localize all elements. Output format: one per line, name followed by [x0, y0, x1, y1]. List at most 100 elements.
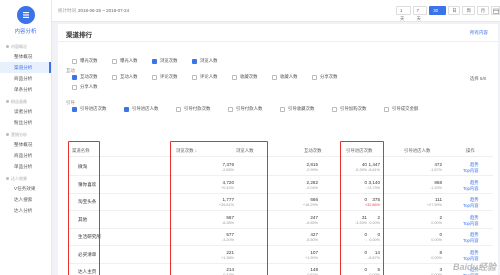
checkbox-icon[interactable] [112, 74, 117, 80]
header-views[interactable]: 浏览次数 ↓ [176, 148, 197, 154]
header-visitors[interactable]: 浏览人数 [236, 148, 254, 154]
cell-value: 31 [361, 214, 367, 220]
header-store-visitors[interactable]: 引导进店人数 [404, 148, 430, 154]
header-divider [68, 156, 493, 157]
metric-checkbox[interactable]: 评论人数 [192, 74, 218, 80]
checkbox-icon[interactable] [332, 106, 337, 112]
cell-value: 375 [372, 197, 380, 202]
checkbox-checked-icon[interactable] [124, 106, 129, 112]
metric-checkbox[interactable]: 引导成交金额 [384, 106, 418, 112]
top-content-link[interactable]: Top内容 [463, 168, 479, 174]
content-filter-dropdown[interactable]: 所有内容 [470, 30, 488, 36]
checkbox-checked-icon[interactable] [192, 58, 197, 64]
top-content-link[interactable]: Top内容 [463, 203, 479, 209]
cell-change: +1.38% [221, 255, 234, 260]
checkbox-icon[interactable] [152, 74, 157, 80]
sidebar-item[interactable]: 单条分析 [0, 84, 51, 95]
metric-checkbox[interactable]: 引导收藏次数 [280, 106, 314, 112]
sidebar-item[interactable]: 达人分析 [0, 205, 51, 216]
cell-change: 0.00% [369, 238, 380, 242]
cell-value: 247 [310, 214, 318, 220]
sidebar-item[interactable]: 商品分析 [0, 150, 51, 161]
divider [58, 41, 498, 42]
sidebar-item[interactable]: 商品分析 [0, 73, 51, 84]
checkbox-icon[interactable] [384, 106, 389, 112]
sidebar-item[interactable]: 单品分析 [0, 161, 51, 172]
range-button[interactable]: 30天 [429, 6, 447, 21]
metric-checkbox[interactable]: 引导付款人数 [228, 106, 262, 112]
cell-value: 214 [226, 267, 234, 272]
checkbox-checked-icon[interactable] [72, 106, 77, 112]
top-content-link[interactable]: Top内容 [463, 186, 479, 192]
metric-checkbox[interactable]: 浏览人数 [192, 58, 218, 64]
sidebar-item[interactable]: V任务效果 [0, 183, 51, 194]
sidebar-item[interactable]: 整体概况 [0, 51, 51, 62]
top-content-link[interactable]: Top内容 [463, 221, 479, 227]
cell-change: -4.20% [221, 238, 234, 242]
range-button[interactable]: 日 [448, 6, 461, 15]
metric-checkbox[interactable]: 浏览次数 [152, 58, 178, 64]
metric-checkbox[interactable]: 收藏人数 [272, 74, 298, 80]
checkbox-icon[interactable] [232, 74, 237, 80]
date-range[interactable]: 2018-06-25 ~ 2018-07-24 [78, 8, 129, 13]
sidebar-item[interactable]: 达人搜索 [0, 194, 51, 205]
header-interactions[interactable]: 互动次数 [304, 148, 322, 154]
top-content-link[interactable]: Top内容 [463, 238, 479, 244]
range-button[interactable]: 1天 [396, 6, 411, 21]
checkbox-icon[interactable] [272, 74, 277, 80]
date-label: 统计时间 [58, 8, 76, 13]
metric-checkbox[interactable]: 互动次数 [72, 74, 98, 80]
metric-checkbox[interactable]: 曝光人数 [112, 58, 138, 64]
metric-label: 收藏人数 [280, 74, 298, 79]
checkbox-icon[interactable] [72, 58, 77, 64]
channel-name: 必买清单 [78, 251, 97, 257]
selected-count: 选择 5/8 [469, 76, 486, 81]
checkbox-icon[interactable] [112, 58, 117, 64]
metric-checkbox[interactable]: 引导加购次数 [332, 106, 366, 112]
checkbox-icon[interactable] [192, 74, 197, 80]
sidebar-group[interactable]: 营销分析 [0, 128, 51, 139]
checkbox-icon[interactable] [312, 74, 317, 80]
row-divider [68, 227, 493, 229]
header-store-visits[interactable]: 引导进店次数 [346, 148, 372, 154]
metric-checkbox[interactable]: 评论次数 [152, 74, 178, 80]
metric-checkbox[interactable]: 分享次数 [312, 74, 338, 80]
sidebar-item[interactable]: 整体概况 [0, 139, 51, 150]
cell-value: 1,777 [222, 197, 235, 202]
metric-checkbox[interactable]: 引导进店次数 [72, 106, 106, 112]
metric-checkbox[interactable]: 互动人数 [112, 74, 138, 80]
checkbox-icon[interactable] [228, 106, 233, 112]
sidebar-group[interactable]: 内容概况 [0, 40, 51, 51]
sidebar-item[interactable]: 渠道分析 [0, 62, 51, 73]
cell-change: -6.67% [367, 255, 380, 260]
channel-name: 猜你喜欢 [78, 181, 97, 187]
cell-value: 107 [310, 249, 318, 255]
metric-checkbox[interactable]: 曝光次数 [72, 58, 98, 64]
calendar-icon[interactable] [491, 6, 500, 15]
row-divider [68, 192, 493, 194]
range-button[interactable]: 7天 [412, 6, 428, 21]
sidebar-group[interactable]: 达人效果 [0, 172, 51, 183]
group-icon [6, 100, 9, 103]
sidebar-item[interactable]: 读者分析 [0, 106, 51, 117]
checkbox-icon[interactable] [176, 106, 181, 112]
sidebar-item[interactable]: 粉丝分析 [0, 117, 51, 128]
cell-value: 0 [364, 179, 367, 185]
sidebar-group[interactable]: 粉丝画像 [0, 95, 51, 106]
checkbox-checked-icon[interactable] [152, 58, 157, 64]
header-channel: 渠道名称 [72, 148, 90, 153]
range-button[interactable]: 月 [476, 6, 490, 15]
metric-checkbox[interactable]: 收藏次数 [232, 74, 258, 80]
range-button[interactable]: 周 [462, 6, 475, 15]
cell-value: 2 [377, 214, 380, 220]
checkbox-icon[interactable] [72, 84, 77, 90]
app-logo-icon [16, 6, 35, 24]
sort-down-icon: ↓ [194, 148, 198, 153]
checkbox-icon[interactable] [280, 106, 285, 112]
metric-checkbox[interactable]: 分享人数 [72, 84, 98, 90]
cell-value: 111 [435, 197, 442, 202]
metric-label: 引导成交金额 [392, 106, 419, 111]
metric-checkbox[interactable]: 引导付款次数 [176, 106, 210, 112]
checkbox-checked-icon[interactable] [72, 74, 77, 80]
metric-checkbox[interactable]: 引导进店人数 [124, 106, 158, 112]
